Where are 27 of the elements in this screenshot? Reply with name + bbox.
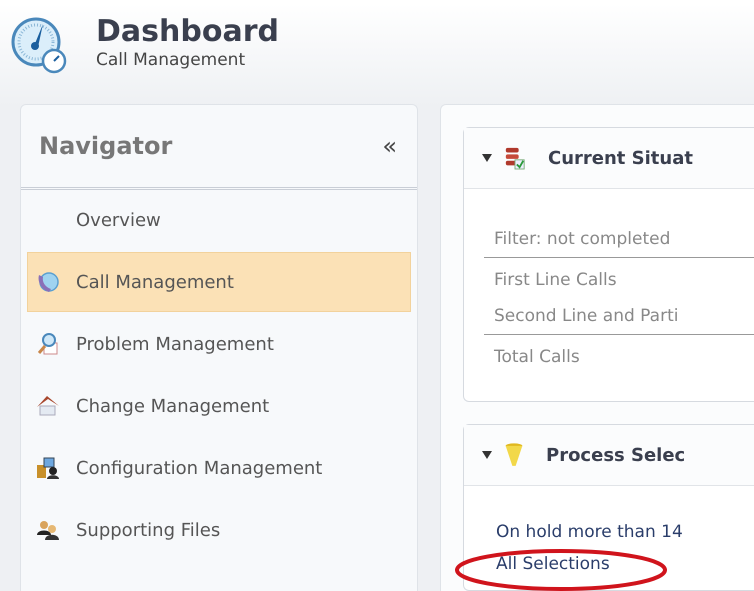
selection-link[interactable]: On hold more than 14: [484, 516, 754, 548]
expand-arrow-icon[interactable]: [482, 450, 492, 460]
situation-row-text: Total Calls: [493, 346, 581, 369]
situation-row: Second Line and Parti: [484, 298, 754, 335]
funnel-icon: [504, 442, 524, 468]
magnifier-icon: [36, 332, 60, 356]
computer-user-icon: [36, 456, 60, 480]
navigator-item[interactable]: Supporting Files: [27, 500, 411, 560]
people-icon: [36, 518, 60, 542]
selection-link[interactable]: All Selections: [484, 548, 754, 580]
widget-title: Current Situat: [548, 148, 693, 168]
navigator-item[interactable]: Problem Management: [27, 314, 411, 374]
expand-arrow-icon[interactable]: [482, 153, 492, 163]
situation-row-text: First Line Calls: [493, 269, 618, 292]
navigator-item[interactable]: Call Management: [27, 252, 411, 312]
navigator-item[interactable]: Configuration Management: [27, 438, 411, 498]
navigator-title: Navigator: [39, 132, 172, 160]
list-check-icon: [504, 146, 526, 170]
situation-row: Filter: not completed: [484, 221, 754, 258]
collapse-button[interactable]: «: [380, 132, 399, 160]
widget-title: Process Selec: [546, 444, 686, 466]
house-icon: [36, 394, 60, 418]
page-title: Dashboard: [96, 14, 279, 50]
phone-icon: [36, 270, 60, 294]
page-subtitle: Call Management: [96, 50, 246, 70]
navigator-item[interactable]: Overview: [27, 190, 411, 250]
navigator-item[interactable]: Change Management: [27, 376, 411, 436]
